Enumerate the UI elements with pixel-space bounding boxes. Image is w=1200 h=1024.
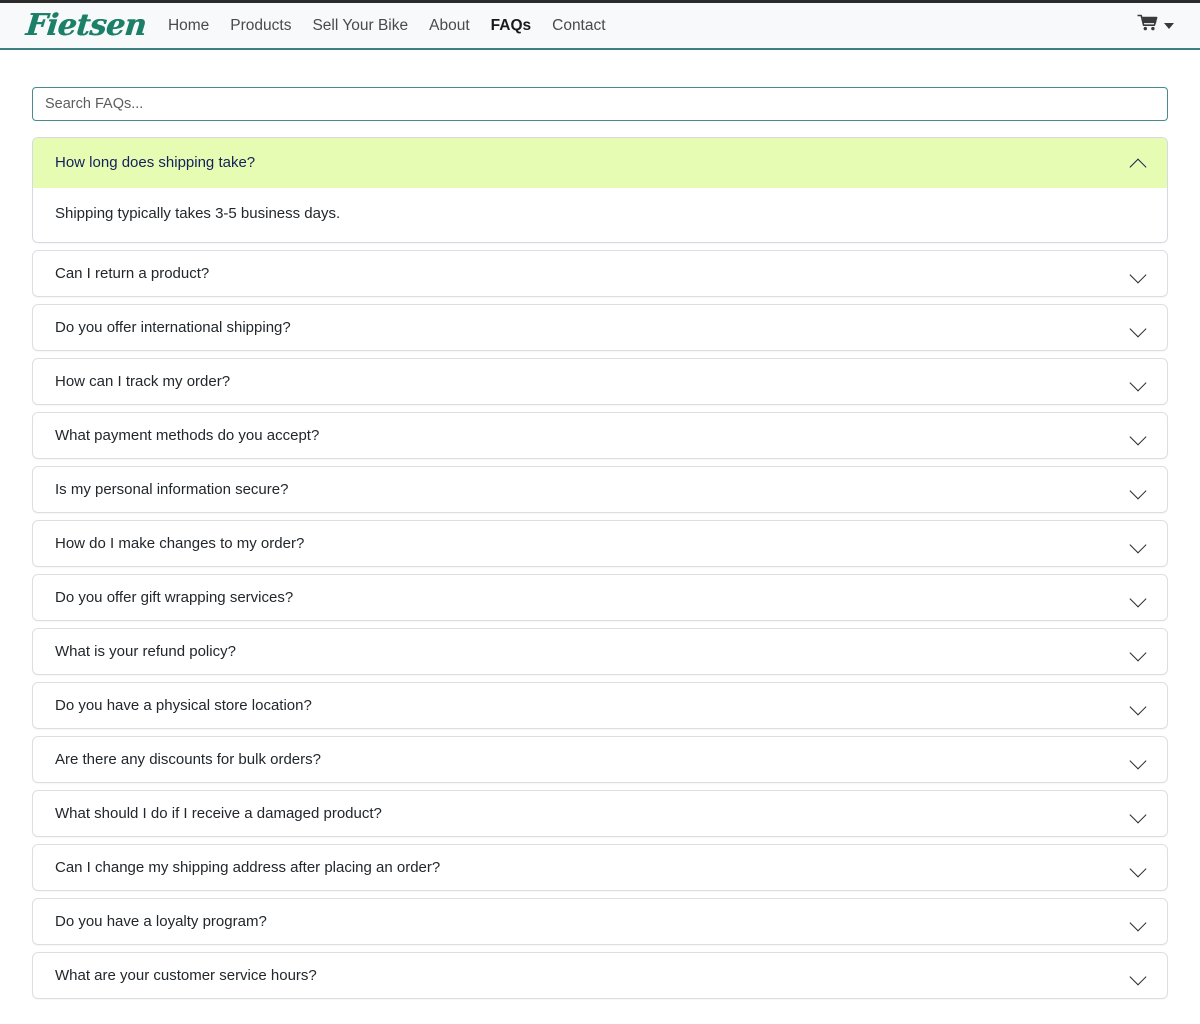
nav-item: Products (230, 17, 291, 35)
top-navigation-bar: Fietsen Home Products Sell Your Bike About F… (0, 0, 1200, 50)
nav-link-home[interactable]: Home (168, 17, 209, 34)
faq-question-row[interactable]: How long does shipping take? (33, 138, 1167, 188)
chevron-down-icon[interactable] (1130, 863, 1147, 873)
faq-question-row[interactable]: Are there any discounts for bulk orders? (33, 737, 1167, 782)
faq-item: Is my personal information secure? (32, 466, 1168, 514)
faq-question-text: What is your refund policy? (55, 642, 236, 660)
faq-question-text: How can I track my order? (55, 372, 231, 390)
main-nav: Home Products Sell Your Bike About FAQs Conta… (168, 17, 606, 35)
faq-item: Can I return a product? (32, 250, 1168, 298)
chevron-down-icon[interactable] (1130, 809, 1147, 819)
faq-question-row[interactable]: What is your refund policy? (33, 629, 1167, 674)
chevron-down-icon[interactable] (1130, 539, 1147, 549)
chevron-down-icon[interactable] (1130, 431, 1147, 441)
faq-question-row[interactable]: What payment methods do you accept? (33, 413, 1167, 458)
chevron-down-icon[interactable] (1130, 917, 1147, 927)
faq-question-text: Do you have a physical store location? (55, 696, 312, 714)
faq-item: How do I make changes to my order? (32, 520, 1168, 568)
faq-question-text: What should I do if I receive a damaged … (55, 804, 382, 822)
caret-down-icon (1164, 22, 1174, 29)
faq-question-row[interactable]: Is my personal information secure? (33, 467, 1167, 512)
faq-accordion: How long does shipping take? Shipping typ… (32, 137, 1168, 1000)
faq-question-row[interactable]: How do I make changes to my order? (33, 521, 1167, 566)
nav-link-about[interactable]: About (429, 17, 470, 34)
nav-item: Sell Your Bike (312, 17, 408, 35)
faq-question-text: Can I return a product? (55, 264, 210, 282)
faq-item: Do you have a physical store location? (32, 682, 1168, 730)
faq-item: Do you have a loyalty program? (32, 898, 1168, 946)
chevron-down-icon[interactable] (1130, 269, 1147, 279)
faq-question-text: Do you have a loyalty program? (55, 912, 267, 930)
chevron-down-icon[interactable] (1130, 647, 1147, 657)
faq-question-text: How long does shipping take? (55, 154, 256, 171)
faq-question-row[interactable]: Can I change my shipping address after p… (33, 845, 1167, 890)
faq-question-row[interactable]: What should I do if I receive a damaged … (33, 791, 1167, 836)
nav-item: Home (168, 17, 209, 35)
faq-question-row[interactable]: Can I return a product? (33, 251, 1167, 296)
faq-question-row[interactable]: What are your customer service hours? (33, 953, 1167, 998)
faq-item: How long does shipping take? Shipping typ… (32, 137, 1168, 244)
faq-item: Can I change my shipping address after p… (32, 844, 1168, 892)
faq-item: Are there any discounts for bulk orders? (32, 736, 1168, 784)
faq-question-text: What are your customer service hours? (55, 966, 317, 984)
faq-item: What are your customer service hours? (32, 952, 1168, 1000)
faq-question-text: Do you offer international shipping? (55, 318, 291, 336)
chevron-down-icon[interactable] (1130, 755, 1147, 765)
nav-item: Contact (552, 17, 605, 35)
nav-link-sell-your-bike[interactable]: Sell Your Bike (312, 17, 408, 34)
chevron-down-icon[interactable] (1130, 485, 1147, 495)
faq-item: What payment methods do you accept? (32, 412, 1168, 460)
nav-item: FAQs (491, 17, 531, 35)
chevron-up-icon[interactable] (1130, 158, 1147, 168)
faq-question-row[interactable]: Do you offer international shipping? (33, 305, 1167, 350)
faq-item: How can I track my order? (32, 358, 1168, 406)
search-input[interactable] (32, 87, 1168, 121)
nav-link-faqs[interactable]: FAQs (491, 17, 531, 34)
brand-logo[interactable]: Fietsen (24, 8, 148, 43)
faq-item: What should I do if I receive a damaged … (32, 790, 1168, 838)
chevron-down-icon[interactable] (1130, 377, 1147, 387)
faq-question-row[interactable]: Do you have a loyalty program? (33, 899, 1167, 944)
chevron-down-icon[interactable] (1130, 323, 1147, 333)
faq-question-row[interactable]: Do you offer gift wrapping services? (33, 575, 1167, 620)
nav-item: About (429, 17, 470, 35)
faq-question-text: What payment methods do you accept? (55, 426, 320, 444)
cart-menu[interactable] (1137, 14, 1182, 37)
chevron-down-icon[interactable] (1130, 701, 1147, 711)
nav-link-products[interactable]: Products (230, 17, 291, 34)
faq-question-text: Is my personal information secure? (55, 480, 289, 498)
faq-item: What is your refund policy? (32, 628, 1168, 676)
shopping-cart-icon (1137, 14, 1159, 37)
chevron-down-icon[interactable] (1130, 971, 1147, 981)
nav-link-contact[interactable]: Contact (552, 17, 605, 34)
faq-question-text: Do you offer gift wrapping services? (55, 588, 294, 606)
faq-question-row[interactable]: How can I track my order? (33, 359, 1167, 404)
faq-item: Do you offer international shipping? (32, 304, 1168, 352)
page-content: How long does shipping take? Shipping typ… (0, 50, 1200, 1000)
faq-question-text: Can I change my shipping address after p… (55, 858, 441, 876)
faq-answer-text: Shipping typically takes 3-5 business da… (33, 188, 1167, 243)
faq-item: Do you offer gift wrapping services? (32, 574, 1168, 622)
chevron-down-icon[interactable] (1130, 593, 1147, 603)
faq-question-text: Are there any discounts for bulk orders? (55, 750, 321, 768)
faq-question-row[interactable]: Do you have a physical store location? (33, 683, 1167, 728)
faq-question-text: How do I make changes to my order? (55, 534, 305, 552)
